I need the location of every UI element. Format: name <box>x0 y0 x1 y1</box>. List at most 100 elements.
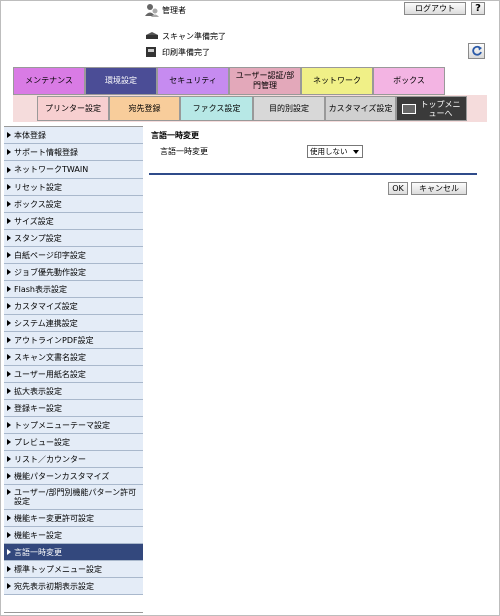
sidebar-item[interactable]: 宛先表示初期表示設定 <box>4 578 143 595</box>
sidebar-item-label: 機能キー変更許可設定 <box>14 513 94 523</box>
arrow-right-icon <box>7 320 11 326</box>
section-divider <box>149 173 477 175</box>
sidebar-item-label: ボックス設定 <box>14 199 62 209</box>
scan-status-text: スキャン準備完了 <box>162 31 226 41</box>
sidebar-item[interactable]: 言語一時変更 <box>4 544 143 561</box>
arrow-right-icon <box>7 252 11 258</box>
sidebar-item-label: 拡大表示設定 <box>14 386 62 396</box>
select-value: 使用しない <box>310 147 348 156</box>
sidebar-item-label: プレビュー設定 <box>14 437 70 447</box>
sidebar-item[interactable]: トップメニューテーマ設定 <box>4 417 143 434</box>
sidebar-item[interactable]: サイズ設定 <box>4 213 143 230</box>
arrow-right-icon <box>7 549 11 555</box>
tab-security[interactable]: セキュリティ <box>157 67 229 95</box>
sidebar-item-label: Flash表示設定 <box>14 284 67 294</box>
arrow-right-icon <box>7 132 11 138</box>
user-role-label: 管理者 <box>162 6 186 15</box>
logout-button[interactable]: ログアウト <box>404 2 466 15</box>
sidebar-item[interactable]: リセット設定 <box>4 179 143 196</box>
subtab-purpose-settings[interactable]: 目的別設定 <box>253 96 325 121</box>
sidebar-item[interactable]: ユーザー用紙名設定 <box>4 366 143 383</box>
sidebar-item[interactable]: ジョブ優先動作設定 <box>4 264 143 281</box>
arrow-right-icon <box>7 388 11 394</box>
chevron-down-icon <box>353 150 359 154</box>
sidebar-item-label: スキャン文書名設定 <box>14 352 86 362</box>
sidebar-item-label: システム連携設定 <box>14 318 78 328</box>
arrow-right-icon <box>7 303 11 309</box>
sub-tabs: プリンター設定 宛先登録 ファクス設定 目的別設定 カスタマイズ設定 トップメニ… <box>37 96 467 121</box>
arrow-right-icon <box>7 286 11 292</box>
arrow-right-icon <box>7 354 11 360</box>
arrow-right-icon <box>7 583 11 589</box>
arrow-right-icon <box>7 218 11 224</box>
arrow-right-icon <box>7 269 11 275</box>
sidebar-item-label: 機能キー設定 <box>14 530 62 540</box>
sidebar-item-label: 機能パターンカスタマイズ <box>14 471 110 481</box>
page-title: 言語一時変更 <box>151 131 199 140</box>
sidebar-item-label: サイズ設定 <box>14 216 54 226</box>
refresh-button[interactable] <box>468 43 485 59</box>
tab-user-auth[interactable]: ユーザー認証/部門管理 <box>229 67 301 95</box>
sidebar-item[interactable]: ユーザー/部門別機能パターン許可設定 <box>4 485 143 510</box>
sidebar-item[interactable]: 登録キー設定 <box>4 400 143 417</box>
sidebar-item[interactable]: サポート情報登録 <box>4 144 143 161</box>
arrow-right-icon <box>7 235 11 241</box>
sidebar-item-label: リセット設定 <box>14 182 62 192</box>
sidebar-item[interactable]: リスト／カウンター <box>4 451 143 468</box>
ok-button[interactable]: OK <box>388 182 408 195</box>
subtab-address-registration[interactable]: 宛先登録 <box>109 96 180 121</box>
printer-icon <box>146 47 156 57</box>
sidebar-item[interactable]: スタンプ設定 <box>4 230 143 247</box>
language-change-select[interactable]: 使用しない <box>307 145 363 158</box>
help-button[interactable]: ? <box>471 2 485 15</box>
arrow-right-icon <box>7 166 11 173</box>
sidebar-item[interactable]: 白紙ページ印字設定 <box>4 247 143 264</box>
arrow-right-icon <box>7 337 11 343</box>
arrow-right-icon <box>7 566 11 572</box>
main-tabs: メンテナンス 環境設定 セキュリティ ユーザー認証/部門管理 ネットワーク ボッ… <box>13 67 445 95</box>
sidebar-item[interactable]: ネットワークTWAIN <box>4 161 143 179</box>
sidebar-item-label: ネットワークTWAIN <box>14 165 89 174</box>
sidebar-item[interactable]: 本体登録 <box>4 127 143 144</box>
subtab-customize-settings[interactable]: カスタマイズ設定 <box>325 96 396 121</box>
sidebar-item[interactable]: 機能キー設定 <box>4 527 143 544</box>
sidebar-item-label: 言語一時変更 <box>14 547 62 557</box>
cancel-button[interactable]: キャンセル <box>411 182 467 195</box>
subtab-top-menu[interactable]: トップメニューへ <box>396 96 467 121</box>
tab-network[interactable]: ネットワーク <box>301 67 373 95</box>
sidebar-item[interactable]: カスタマイズ設定 <box>4 298 143 315</box>
sidebar-item[interactable]: システム連携設定 <box>4 315 143 332</box>
tab-box[interactable]: ボックス <box>373 67 445 95</box>
arrow-right-icon <box>7 201 11 207</box>
arrow-right-icon <box>7 439 11 445</box>
tab-maintenance[interactable]: メンテナンス <box>13 67 85 95</box>
sidebar-item-label: カスタマイズ設定 <box>14 301 78 311</box>
arrow-right-icon <box>7 473 11 479</box>
sidebar-item[interactable]: プレビュー設定 <box>4 434 143 451</box>
sidebar-item[interactable]: Flash表示設定 <box>4 281 143 298</box>
print-status: 印刷準備完了 <box>145 45 210 59</box>
sidebar-item-label: サポート情報登録 <box>14 147 78 157</box>
subtab-printer-settings[interactable]: プリンター設定 <box>37 96 109 121</box>
sidebar-item[interactable]: アウトラインPDF設定 <box>4 332 143 349</box>
arrow-right-icon <box>7 405 11 411</box>
subtab-fax-settings[interactable]: ファクス設定 <box>180 96 253 121</box>
sidebar-item[interactable]: 機能キー変更許可設定 <box>4 510 143 527</box>
sidebar-item[interactable]: スキャン文書名設定 <box>4 349 143 366</box>
sidebar-item[interactable]: ボックス設定 <box>4 196 143 213</box>
user-icon <box>145 4 159 17</box>
sidebar-item[interactable]: 拡大表示設定 <box>4 383 143 400</box>
tab-environment-settings[interactable]: 環境設定 <box>85 67 157 95</box>
sidebar-item[interactable]: 標準トップメニュー設定 <box>4 561 143 578</box>
sidebar-item-label: 本体登録 <box>14 130 46 140</box>
sidebar-item-label: ユーザー用紙名設定 <box>14 369 86 379</box>
language-change-label: 言語一時変更 <box>160 147 208 156</box>
sidebar-item-label: 登録キー設定 <box>14 403 62 413</box>
arrow-right-icon <box>7 422 11 428</box>
sidebar-item-label: アウトラインPDF設定 <box>14 335 94 345</box>
refresh-icon <box>471 45 482 56</box>
arrow-right-icon <box>7 149 11 155</box>
sidebar-item-label: 白紙ページ印字設定 <box>14 250 86 260</box>
sidebar-item-label: リスト／カウンター <box>14 454 86 464</box>
sidebar-item[interactable]: 機能パターンカスタマイズ <box>4 468 143 485</box>
